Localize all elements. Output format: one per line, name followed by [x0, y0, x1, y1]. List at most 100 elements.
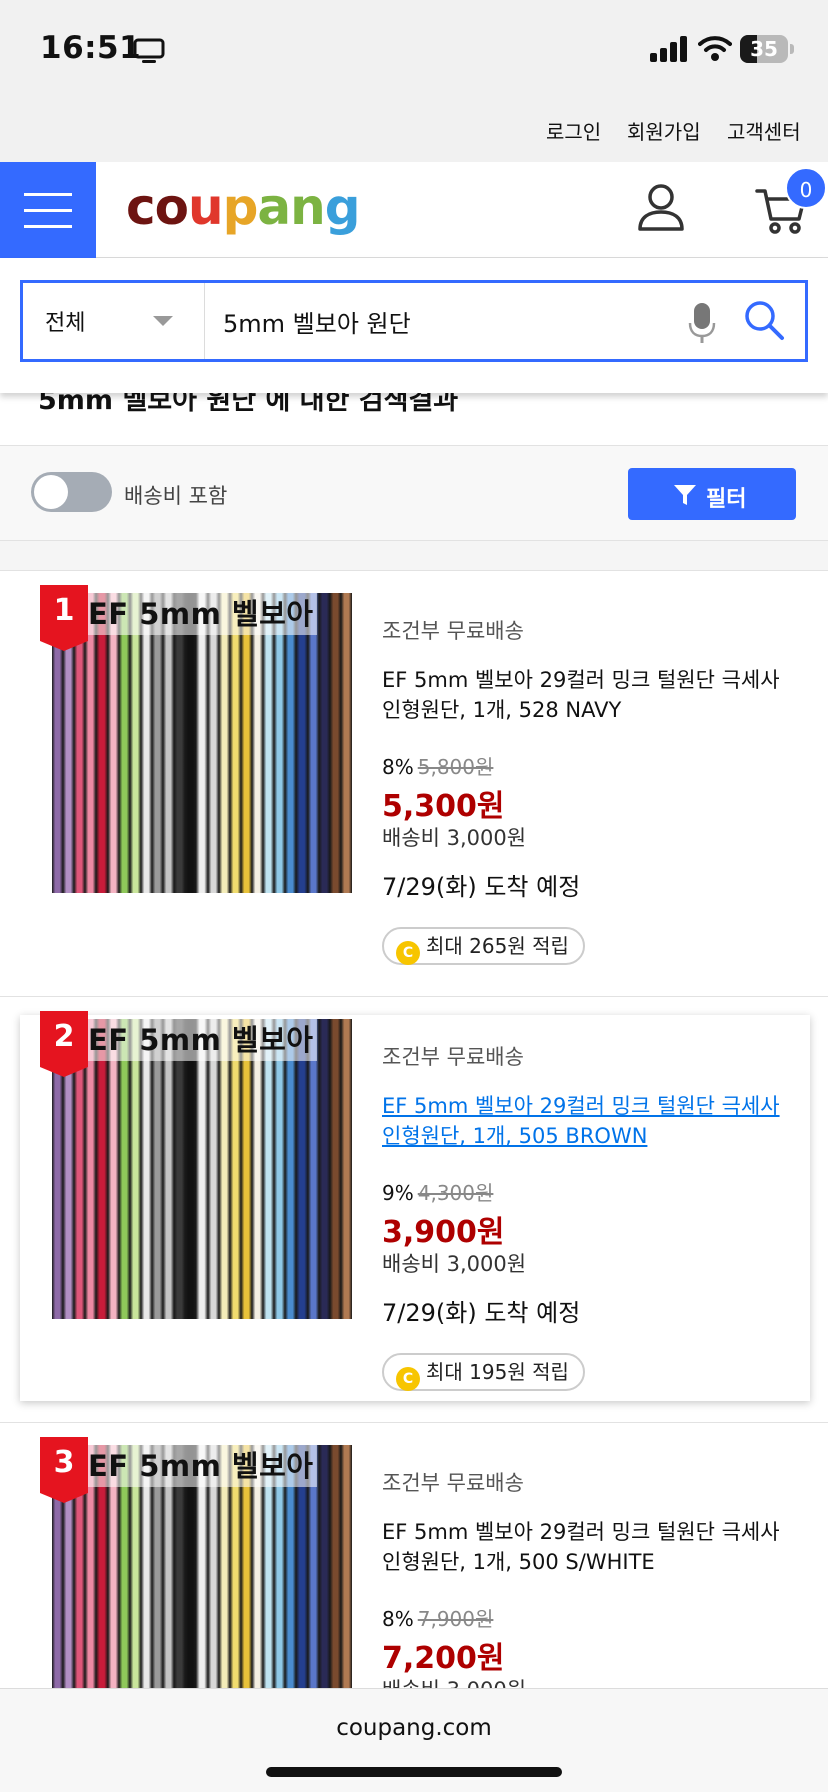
search-category-label: 전체: [45, 311, 86, 336]
fabric-swatch-stripe: [340, 1019, 352, 1319]
fabric-swatch-stripe: [229, 593, 241, 893]
fabric-swatch-stripe: [96, 593, 108, 893]
delivery-type: 조건부 무료배송: [382, 1471, 524, 1495]
fabric-swatch-stripe: [163, 1019, 175, 1319]
fabric-swatch-stripe: [285, 1019, 297, 1319]
fabric-swatch-stripe: [263, 1019, 275, 1319]
customer-center-link[interactable]: 고객센터: [727, 116, 801, 145]
reward-points-badge: C 최대 265원 적립: [382, 927, 585, 965]
fabric-swatch-stripe: [296, 1019, 308, 1319]
fabric-swatch-stripe: [218, 1019, 230, 1319]
battery-percent: 35: [750, 37, 778, 61]
fabric-swatch-stripe: [240, 593, 252, 893]
shipping-included-toggle[interactable]: [31, 472, 112, 512]
logo-letter: p: [222, 178, 259, 236]
fabric-swatch-stripe: [218, 593, 230, 893]
login-link[interactable]: 로그인: [546, 116, 601, 145]
fabric-swatch-stripe: [207, 593, 219, 893]
logo-letter: c: [126, 178, 156, 236]
coin-icon: C: [396, 941, 420, 965]
fabric-swatch-stripe: [185, 1019, 197, 1319]
shipping-included-label: 배송비 포함: [124, 484, 228, 508]
fabric-swatch-stripe: [140, 593, 152, 893]
fabric-swatch-stripe: [307, 1019, 319, 1319]
menu-icon-line: [24, 193, 72, 196]
menu-icon-line: [24, 209, 72, 212]
fabric-swatch-stripe: [163, 593, 175, 893]
toggle-knob: [34, 475, 68, 509]
logo-letter: a: [257, 178, 291, 236]
fabric-swatch-stripe: [196, 593, 208, 893]
discount-rate: 8%: [382, 755, 414, 779]
search-icon[interactable]: [743, 299, 785, 341]
rank-badge: 3: [40, 1437, 88, 1503]
fabric-swatch-stripe: [251, 1019, 264, 1319]
coin-icon: C: [396, 1367, 420, 1391]
discount-rate: 8%: [382, 1607, 414, 1631]
logo-letter: n: [290, 178, 326, 236]
discount-rate: 9%: [382, 1181, 414, 1205]
fabric-swatch-stripe: [107, 1019, 119, 1319]
discount-info: 9% 4,300원: [382, 1177, 493, 1206]
top-links: 로그인 회원가입 고객센터: [0, 100, 828, 162]
reward-points-text: 최대 265원 적립: [426, 934, 569, 958]
fabric-swatch-stripe: [151, 1019, 164, 1319]
thumbnail-label: EF 5mm 벨보아: [84, 1019, 318, 1061]
menu-button[interactable]: [0, 162, 96, 258]
fabric-swatch-stripe: [318, 1019, 330, 1319]
url-display[interactable]: coupang.com: [0, 1715, 828, 1741]
fabric-swatch-stripe: [307, 593, 319, 893]
fabric-swatch-stripe: [229, 1019, 241, 1319]
fabric-swatch-stripe: [285, 593, 297, 893]
user-icon[interactable]: [637, 183, 685, 233]
product-item[interactable]: EF 5mm 벨보아 3 조건부 무료배송 EF 5mm 벨보아 29컬러 밍크…: [0, 1423, 828, 1745]
home-indicator[interactable]: [266, 1767, 562, 1777]
status-bar: 16:51 35: [0, 0, 828, 100]
battery-tip: [790, 44, 794, 54]
product-item[interactable]: EF 5mm 벨보아 2 조건부 무료배송 EF 5mm 벨보아 29컬러 밍크…: [0, 997, 828, 1423]
search-category-select[interactable]: 전체: [23, 283, 205, 359]
fabric-swatch-stripe: [329, 1019, 341, 1319]
search-bar: 전체: [0, 258, 828, 393]
sale-price: 3,900원: [382, 1215, 505, 1250]
fabric-swatch-stripe: [129, 593, 141, 893]
fabric-swatch-stripe: [207, 1019, 219, 1319]
reward-points-text: 최대 195원 적립: [426, 1360, 569, 1384]
battery-icon: 35: [740, 35, 788, 63]
fabric-swatch-stripe: [318, 593, 330, 893]
fabric-swatch-stripe: [185, 593, 197, 893]
delivery-type: 조건부 무료배송: [382, 619, 524, 643]
logo-letter: u: [188, 178, 224, 236]
fabric-color-swatches: [52, 593, 352, 893]
coupang-logo[interactable]: coupang: [126, 178, 361, 236]
thumbnail-label: EF 5mm 벨보아: [84, 1445, 318, 1487]
fabric-swatch-stripe: [129, 1019, 141, 1319]
status-time: 16:51: [40, 30, 142, 66]
product-name-link[interactable]: EF 5mm 벨보아 29컬러 밍크 털원단 극세사 인형원단, 1개, 528…: [382, 665, 782, 725]
original-price: 5,800원: [417, 755, 494, 779]
product-thumbnail[interactable]: EF 5mm 벨보아: [52, 593, 352, 893]
fabric-swatch-stripe: [274, 1019, 286, 1319]
caret-down-icon: [153, 316, 173, 326]
discount-info: 8% 5,800원: [382, 751, 493, 780]
product-item[interactable]: EF 5mm 벨보아 1 조건부 무료배송 EF 5mm 벨보아 29컬러 밍크…: [0, 571, 828, 997]
cellular-signal-icon: [650, 36, 687, 62]
fabric-swatch-stripe: [118, 1019, 130, 1319]
product-thumbnail[interactable]: EF 5mm 벨보아: [52, 1019, 352, 1319]
microphone-icon[interactable]: [688, 301, 716, 345]
monitor-icon: [133, 38, 165, 63]
search-input[interactable]: [223, 301, 683, 341]
product-name-link[interactable]: EF 5mm 벨보아 29컬러 밍크 털원단 극세사 인형원단, 1개, 500…: [382, 1517, 782, 1577]
rank-badge: 1: [40, 585, 88, 651]
fabric-swatch-stripe: [340, 593, 352, 893]
filter-button[interactable]: 필터: [628, 468, 796, 520]
sale-price: 7,200원: [382, 1641, 505, 1676]
arrival-estimate: 7/29(화) 도착 예정: [382, 1299, 581, 1327]
original-price: 4,300원: [417, 1181, 494, 1205]
signup-link[interactable]: 회원가입: [627, 116, 701, 145]
delivery-type: 조건부 무료배송: [382, 1045, 524, 1069]
original-price: 7,900원: [417, 1607, 494, 1631]
product-name-link[interactable]: EF 5mm 벨보아 29컬러 밍크 털원단 극세사 인형원단, 1개, 505…: [382, 1091, 782, 1151]
browser-bottom-bar: coupang.com: [0, 1688, 828, 1792]
fabric-swatch-stripe: [174, 1019, 186, 1319]
